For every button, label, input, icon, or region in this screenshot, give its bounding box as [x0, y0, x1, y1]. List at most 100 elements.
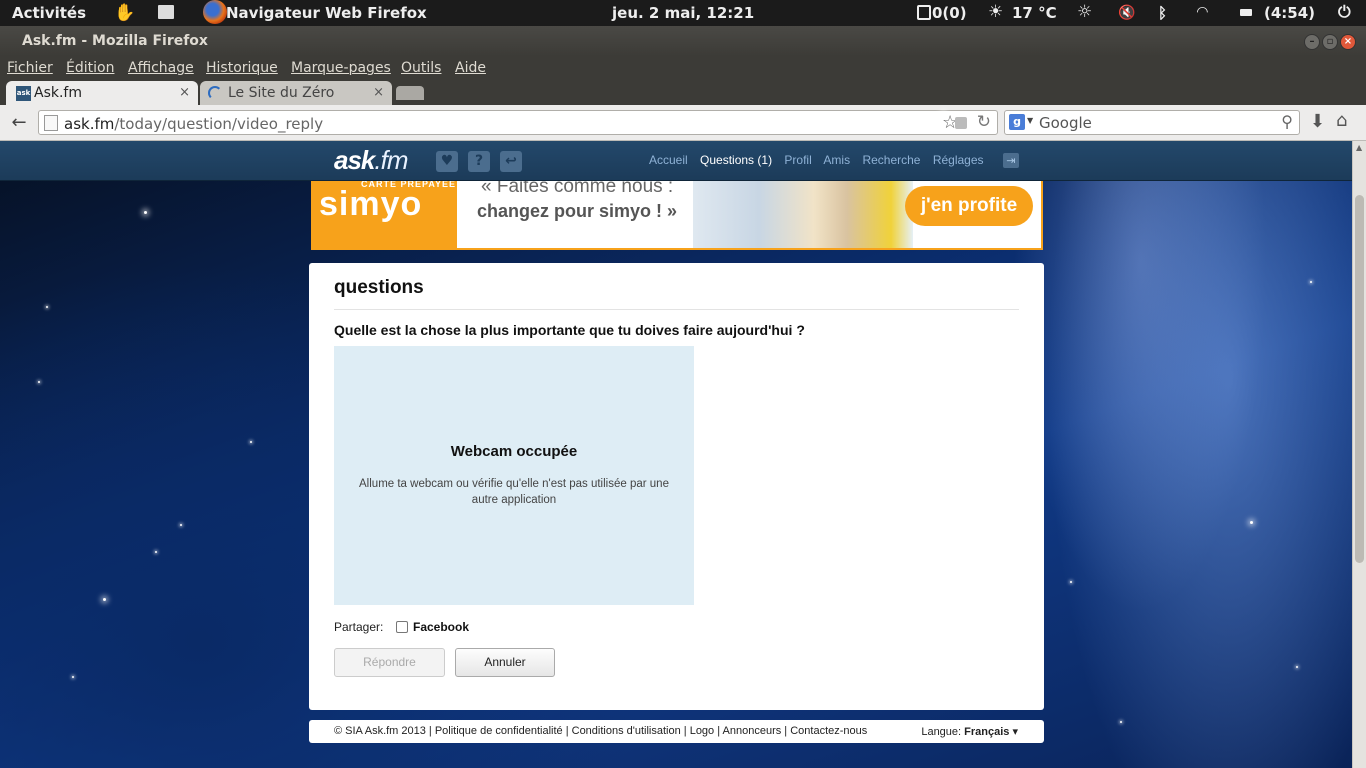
search-bar[interactable]: g ▼ ⚲: [1004, 110, 1300, 135]
activities-button[interactable]: Activités: [12, 4, 86, 22]
page-scrollbar[interactable]: ▲: [1352, 141, 1366, 768]
app-menu[interactable]: Navigateur Web Firefox: [226, 4, 427, 22]
loading-spinner-icon: [208, 86, 222, 100]
logout-icon[interactable]: ⇥: [1003, 153, 1019, 168]
logo-text: ask: [334, 145, 375, 175]
volume-muted-icon[interactable]: 🔇: [1118, 5, 1135, 21]
askfm-header: ask.fm ♥ ? ↩ Accueil Questions (1) Profi…: [0, 141, 1352, 181]
footer: © SIA Ask.fm 2013 | Politique de confide…: [309, 720, 1044, 743]
share-label: Partager:: [334, 620, 384, 634]
page-title: questions: [334, 277, 424, 298]
search-icon[interactable]: ⚲: [1281, 112, 1293, 131]
nav-recherche[interactable]: Recherche: [862, 153, 920, 167]
nav-accueil[interactable]: Accueil: [649, 153, 688, 167]
askfm-favicon-icon: ask: [16, 86, 31, 101]
back-arrow-icon[interactable]: ←: [8, 112, 30, 134]
scroll-up-icon[interactable]: ▲: [1356, 143, 1362, 152]
ad-line-2: changez pour simyo ! »: [477, 201, 678, 221]
url-host: ask.fm: [64, 115, 115, 133]
chevron-down-icon[interactable]: ▾: [1012, 726, 1018, 738]
tab-label: Ask.fm: [34, 85, 82, 101]
url-path: /today/question/video_reply: [114, 115, 324, 133]
clock[interactable]: jeu. 2 mai, 12:21: [612, 4, 754, 22]
files-icon[interactable]: [158, 5, 174, 19]
nav-profil[interactable]: Profil: [784, 153, 811, 167]
reply-icon[interactable]: ↩: [500, 151, 522, 172]
tab-label: Le Site du Zéro: [228, 85, 335, 101]
google-engine-icon[interactable]: g: [1009, 114, 1025, 130]
menu-edition[interactable]: Édition: [66, 60, 114, 76]
menu-aide[interactable]: Aide: [455, 60, 486, 76]
heart-icon[interactable]: ♥: [436, 151, 458, 172]
star-decoration: [1296, 666, 1298, 668]
star-decoration: [180, 524, 182, 526]
ad-cta-button[interactable]: j'en profite: [905, 186, 1033, 226]
tab-site-du-zero[interactable]: Le Site du Zéro ×: [200, 81, 392, 105]
wifi-icon[interactable]: ◠: [1197, 4, 1208, 20]
gnome-foot-icon[interactable]: ✋: [114, 3, 135, 23]
tab-bar: ask Ask.fm × Le Site du Zéro ×: [0, 80, 1366, 105]
mail-icon: [917, 5, 931, 20]
close-window-button[interactable]: ×: [1340, 34, 1356, 50]
star-decoration: [1250, 521, 1253, 524]
battery-time[interactable]: (4:54): [1264, 4, 1315, 22]
question-icon[interactable]: ?: [468, 151, 490, 172]
maximize-button[interactable]: ▫: [1322, 34, 1338, 50]
nav-amis[interactable]: Amis: [823, 153, 850, 167]
ad-brand: simyo: [319, 185, 423, 223]
firefox-icon[interactable]: [203, 0, 227, 24]
language-label: Langue:: [921, 726, 962, 738]
power-icon[interactable]: ⏻: [1338, 2, 1351, 22]
simyo-ad-banner[interactable]: CARTE PRÉPAYÉE simyo « Faites comme nous…: [311, 181, 1043, 250]
menu-outils[interactable]: Outils: [401, 60, 441, 76]
bookmark-star-icon[interactable]: ☆: [942, 112, 958, 133]
weather-sun-icon: ☀: [988, 2, 1004, 22]
history-dropdown-icon[interactable]: [955, 117, 967, 129]
tab-close-icon[interactable]: ×: [373, 85, 384, 100]
facebook-label[interactable]: Facebook: [413, 620, 469, 634]
star-decoration: [1070, 581, 1072, 583]
home-icon[interactable]: ⌂: [1336, 110, 1347, 131]
new-tab-button[interactable]: [396, 86, 424, 100]
star-decoration: [72, 676, 74, 678]
reply-button[interactable]: Répondre: [334, 648, 445, 677]
language-value[interactable]: Français: [964, 726, 1009, 738]
menu-fichier[interactable]: Fichier: [7, 60, 53, 76]
star-decoration: [1120, 721, 1122, 723]
footer-links[interactable]: © SIA Ask.fm 2013 | Politique de confide…: [334, 725, 867, 737]
facebook-checkbox[interactable]: [396, 621, 408, 633]
ad-people-photo: [693, 181, 913, 248]
language-selector[interactable]: Langue: Français ▾: [921, 725, 1018, 738]
tab-close-icon[interactable]: ×: [179, 85, 190, 100]
mail-counter[interactable]: 0(0): [932, 4, 967, 22]
webcam-status-description: Allume ta webcam ou vérifie qu'elle n'es…: [359, 478, 669, 506]
webcam-status-title: Webcam occupée: [450, 443, 578, 460]
bluetooth-icon[interactable]: ᛒ: [1158, 4, 1167, 22]
minimize-button[interactable]: –: [1304, 34, 1320, 50]
battery-icon: [1240, 9, 1252, 16]
brightness-icon[interactable]: ☼: [1077, 2, 1092, 22]
reload-icon[interactable]: ↻: [977, 112, 991, 132]
menu-historique[interactable]: Historique: [206, 60, 278, 76]
askfm-logo[interactable]: ask.fm: [334, 145, 409, 176]
weather-temperature[interactable]: 17 °C: [1012, 4, 1057, 22]
menu-marque-pages[interactable]: Marque-pages: [291, 60, 391, 76]
chevron-down-icon[interactable]: ▼: [1027, 116, 1033, 125]
logo-suffix: .fm: [374, 145, 408, 175]
download-icon[interactable]: ⬇: [1310, 111, 1325, 132]
nav-questions[interactable]: Questions (1): [700, 153, 772, 167]
url-text[interactable]: ask.fm/today/question/video_reply: [64, 115, 323, 133]
menu-affichage[interactable]: Affichage: [128, 60, 194, 76]
search-input[interactable]: [1039, 113, 1269, 132]
url-bar[interactable]: ask.fm/today/question/video_reply ☆ ↻: [38, 110, 998, 135]
scrollbar-thumb[interactable]: [1355, 195, 1364, 563]
ad-line-1: « Faites comme nous :: [481, 181, 674, 197]
star-decoration: [1310, 281, 1312, 283]
nav-reglages[interactable]: Réglages: [933, 153, 984, 167]
divider: [334, 309, 1019, 310]
star-decoration: [46, 306, 48, 308]
ad-brand-block: CARTE PRÉPAYÉE simyo: [313, 181, 457, 248]
cancel-button[interactable]: Annuler: [455, 648, 555, 677]
tab-askfm[interactable]: ask Ask.fm ×: [6, 81, 198, 105]
webcam-preview[interactable]: Webcam occupée Allume ta webcam ou vérif…: [334, 346, 694, 605]
